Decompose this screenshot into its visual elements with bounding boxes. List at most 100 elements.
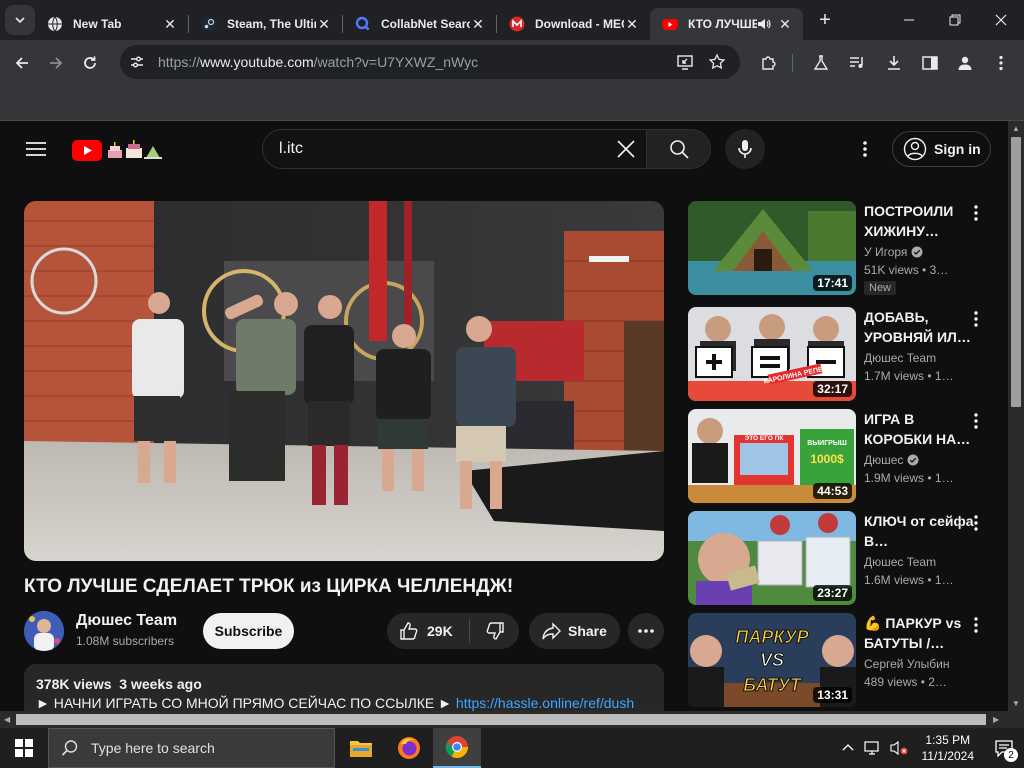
suggestion-thumbnail[interactable]: ЭТО ЕГО ПК ВЫИГРЫШ 1000$ 44:53 xyxy=(688,409,856,503)
like-button[interactable]: 29K xyxy=(387,613,469,649)
media-controls-button[interactable] xyxy=(840,46,874,80)
suggestion-meta: 1.7M views • 1… xyxy=(864,369,954,383)
share-button[interactable]: Share xyxy=(529,613,620,649)
scroll-down-arrow-icon[interactable]: ▼ xyxy=(1012,699,1020,708)
video-player[interactable] xyxy=(24,201,664,561)
suggestion-channel[interactable]: Дюшес Team xyxy=(864,351,936,365)
windows-logo-icon xyxy=(15,739,33,757)
extensions-button[interactable] xyxy=(752,46,786,80)
taskbar-firefox[interactable] xyxy=(385,728,433,768)
notification-center-button[interactable]: 2 xyxy=(984,728,1024,768)
suggestion-thumbnail[interactable]: 23:27 xyxy=(688,511,856,605)
profile-button[interactable] xyxy=(948,46,982,80)
tab-youtube-active[interactable]: КТО ЛУЧШЕ ✕ xyxy=(650,8,803,40)
horizontal-scrollbar[interactable]: ◀ ▶ xyxy=(0,711,1008,728)
description-box[interactable]: 378K views 3 weeks ago ► НАЧНИ ИГРАТЬ СО… xyxy=(24,664,664,711)
view-count: 378K views xyxy=(36,676,112,692)
reload-button[interactable] xyxy=(73,46,107,80)
clear-search-button[interactable] xyxy=(606,129,646,169)
close-window-button[interactable] xyxy=(978,0,1024,40)
suggestion-channel[interactable]: У Игоря xyxy=(864,245,923,259)
suggestion-menu-button[interactable] xyxy=(970,513,982,533)
firefox-icon xyxy=(398,737,420,759)
start-button[interactable] xyxy=(0,728,48,768)
back-button[interactable] xyxy=(5,46,39,80)
speaker-icon[interactable] xyxy=(757,17,771,31)
tab-close-icon[interactable]: ✕ xyxy=(624,16,640,32)
dislike-button[interactable] xyxy=(470,621,519,641)
search-button[interactable] xyxy=(647,129,711,169)
sign-in-button[interactable]: Sign in xyxy=(892,131,991,167)
youtube-logo[interactable] xyxy=(72,138,164,162)
minimize-button[interactable] xyxy=(886,0,932,40)
new-tab-button[interactable]: + xyxy=(811,6,839,34)
tab-new-tab[interactable]: New Tab ✕ xyxy=(35,8,188,40)
restore-icon xyxy=(949,14,961,26)
suggestion-title[interactable]: ПОСТРОИЛИ ХИЖИНУ… xyxy=(864,201,974,241)
search-input[interactable]: l.itc xyxy=(262,129,647,169)
verified-badge-icon xyxy=(907,454,919,466)
restore-button[interactable] xyxy=(932,0,978,40)
description-line: ► НАЧНИ ИГРАТЬ СО МНОЙ ПРЯМО СЕЙЧАС ПО С… xyxy=(36,695,652,711)
scroll-right-arrow-icon[interactable]: ▶ xyxy=(993,715,999,724)
kebab-menu-icon xyxy=(863,141,867,157)
channel-avatar[interactable] xyxy=(24,611,64,651)
taskbar-chrome[interactable] xyxy=(433,728,481,768)
browser-menu-button[interactable] xyxy=(984,46,1018,80)
suggestion-title[interactable]: 💪 ПАРКУР vs БАТУТЫ /… xyxy=(864,613,974,653)
tab-close-icon[interactable]: ✕ xyxy=(777,16,793,32)
site-settings-icon[interactable] xyxy=(128,53,146,71)
suggestion-menu-button[interactable] xyxy=(970,615,982,635)
chevron-up-icon[interactable] xyxy=(842,742,854,754)
description-link[interactable]: https://hassle.online/ref/dush xyxy=(456,695,634,711)
voice-search-button[interactable] xyxy=(725,129,765,169)
suggestion-title[interactable]: ИГРА В КОРОБКИ НА… xyxy=(864,409,974,449)
horizontal-scroll-thumb[interactable] xyxy=(16,714,986,725)
suggestion-channel[interactable]: Дюшес Team xyxy=(864,555,936,569)
network-icon[interactable] xyxy=(863,740,882,756)
taskbar-search-box[interactable]: Type here to search xyxy=(48,728,335,768)
tab-mega[interactable]: Download - MEGA ✕ xyxy=(497,8,650,40)
taskbar-clock[interactable]: 1:35 PM 11/1/2024 xyxy=(922,732,975,764)
suggestion-item[interactable]: ПАРКУР VS БАТУТ 13:31 💪 ПАРКУР vs БАТУТЫ… xyxy=(688,613,1008,707)
tab-close-icon[interactable]: ✕ xyxy=(162,16,178,32)
suggestion-channel[interactable]: Сергей Улыбин xyxy=(864,657,950,671)
suggestion-channel[interactable]: Дюшес xyxy=(864,453,919,467)
suggestion-item[interactable]: 23:27 КЛЮЧ от сейфа В… Дюшес Team 1.6M v… xyxy=(688,511,1008,605)
suggestion-item[interactable]: ЭТО ЕГО ПК ВЫИГРЫШ 1000$ 44:53 ИГРА В КО… xyxy=(688,409,1008,503)
settings-menu-button[interactable] xyxy=(850,133,880,165)
install-app-icon[interactable] xyxy=(676,53,694,71)
suggestion-thumbnail[interactable]: 17:41 xyxy=(688,201,856,295)
kebab-menu-icon xyxy=(974,515,978,531)
channel-name[interactable]: Дюшес Team xyxy=(76,612,177,630)
suggestion-item[interactable]: КАРОЛИНА РЕПЕТ 32:17 ДОБАВЬ, УРОВНЯЙ ИЛ…… xyxy=(688,307,1008,401)
suggestion-menu-button[interactable] xyxy=(970,411,982,431)
labs-button[interactable] xyxy=(804,46,838,80)
tab-collabnet[interactable]: CollabNet Search ✕ xyxy=(343,8,496,40)
suggestion-thumbnail[interactable]: ПАРКУР VS БАТУТ 13:31 xyxy=(688,613,856,707)
bookmark-star-icon[interactable] xyxy=(708,53,726,71)
suggestion-item[interactable]: 17:41 ПОСТРОИЛИ ХИЖИНУ… У Игоря 51K view… xyxy=(688,201,1008,295)
taskbar-file-explorer[interactable] xyxy=(337,728,385,768)
downloads-button[interactable] xyxy=(877,46,911,80)
suggestion-menu-button[interactable] xyxy=(970,309,982,329)
forward-button[interactable] xyxy=(39,46,73,80)
more-actions-button[interactable] xyxy=(628,613,664,649)
tab-search-button[interactable] xyxy=(5,5,35,35)
vertical-scroll-thumb[interactable] xyxy=(1011,137,1021,407)
suggestion-thumbnail[interactable]: КАРОЛИНА РЕПЕТ 32:17 xyxy=(688,307,856,401)
suggestion-title[interactable]: ДОБАВЬ, УРОВНЯЙ ИЛ… xyxy=(864,307,974,347)
subscribe-button[interactable]: Subscribe xyxy=(203,613,294,649)
scroll-left-arrow-icon[interactable]: ◀ xyxy=(4,715,10,724)
side-panel-button[interactable] xyxy=(913,46,947,80)
tab-close-icon[interactable]: ✕ xyxy=(316,16,332,32)
volume-muted-icon[interactable] xyxy=(889,740,908,756)
address-bar[interactable]: https://www.youtube.com/watch?v=U7YXWZ_n… xyxy=(120,45,740,79)
suggestion-title[interactable]: КЛЮЧ от сейфа В… xyxy=(864,511,974,551)
suggestion-menu-button[interactable] xyxy=(970,203,982,223)
guide-menu-button[interactable] xyxy=(18,131,54,167)
tab-steam[interactable]: Steam, The Ultimate ✕ xyxy=(189,8,342,40)
vertical-scrollbar[interactable]: ▲ ▼ xyxy=(1008,121,1024,711)
scroll-up-arrow-icon[interactable]: ▲ xyxy=(1012,124,1020,133)
tab-close-icon[interactable]: ✕ xyxy=(470,16,486,32)
